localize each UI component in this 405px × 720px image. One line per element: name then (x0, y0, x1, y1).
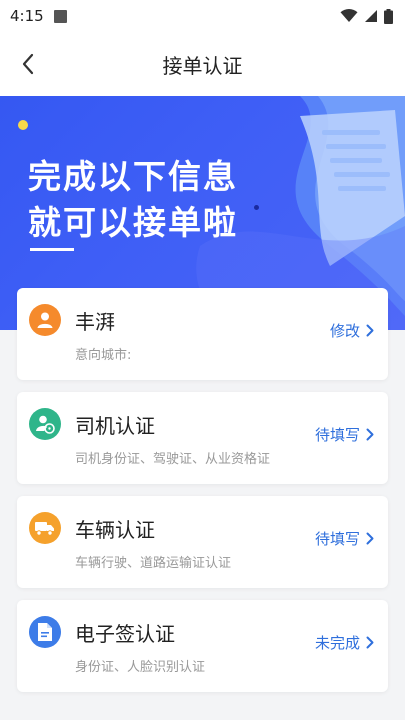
driver-certification-status: 待填写 (314, 426, 360, 444)
chevron-right-icon (366, 428, 374, 441)
driver-certification-button[interactable]: 待填写 (315, 424, 374, 445)
status-time: 4:15 (10, 7, 44, 25)
back-button[interactable] (12, 48, 44, 80)
navigation-bar: 接单认证 (0, 32, 405, 96)
vehicle-certification-button[interactable]: 待填写 (315, 528, 374, 549)
chevron-right-icon (366, 532, 374, 545)
banner-headline-line2: 就可以接单啦 (28, 203, 238, 242)
decorative-dot-small (254, 205, 259, 210)
signal-icon (365, 10, 377, 22)
esignature-certification-button[interactable]: 未完成 (315, 632, 374, 653)
driver-certification-title: 司机认证 (75, 414, 155, 438)
driver-certification-card[interactable]: 司机认证 司机身份证、驾驶证、从业资格证 待填写 (17, 392, 388, 484)
wifi-icon (340, 9, 358, 22)
battery-icon (384, 8, 393, 24)
vehicle-certification-status: 待填写 (314, 530, 360, 548)
edit-profile-button[interactable]: 修改 (330, 320, 374, 341)
truck-icon (29, 512, 61, 544)
status-bar: 4:15 (0, 0, 405, 32)
chevron-left-icon (22, 53, 34, 75)
vehicle-certification-title: 车辆认证 (75, 518, 155, 542)
esignature-certification-desc: 身份证、人脸识别认证 (75, 660, 206, 675)
edit-label: 修改 (329, 322, 360, 340)
driver-icon (29, 408, 61, 440)
vehicle-certification-desc: 车辆行驶、道路运输证认证 (75, 556, 232, 571)
page-title: 接单认证 (162, 53, 243, 78)
banner-headline-line1: 完成以下信息 (28, 157, 238, 196)
chevron-right-icon (366, 636, 374, 649)
banner-underline (30, 248, 74, 251)
profile-name: 丰湃 (75, 310, 115, 334)
person-icon (29, 304, 61, 336)
profile-city-label: 意向城市: (75, 348, 132, 363)
vehicle-certification-card[interactable]: 车辆认证 车辆行驶、道路运输证认证 待填写 (17, 496, 388, 588)
document-icon (29, 616, 61, 648)
esignature-certification-card[interactable]: 电子签认证 身份证、人脸识别认证 未完成 (17, 600, 388, 692)
notification-icon (53, 9, 67, 23)
status-icons (340, 8, 393, 24)
esignature-certification-title: 电子签认证 (75, 622, 175, 646)
decorative-dot (18, 120, 28, 130)
esignature-certification-status: 未完成 (314, 634, 360, 652)
chevron-right-icon (366, 324, 374, 337)
profile-card[interactable]: 丰湃 意向城市: 修改 (17, 288, 388, 380)
driver-certification-desc: 司机身份证、驾驶证、从业资格证 (75, 452, 271, 467)
